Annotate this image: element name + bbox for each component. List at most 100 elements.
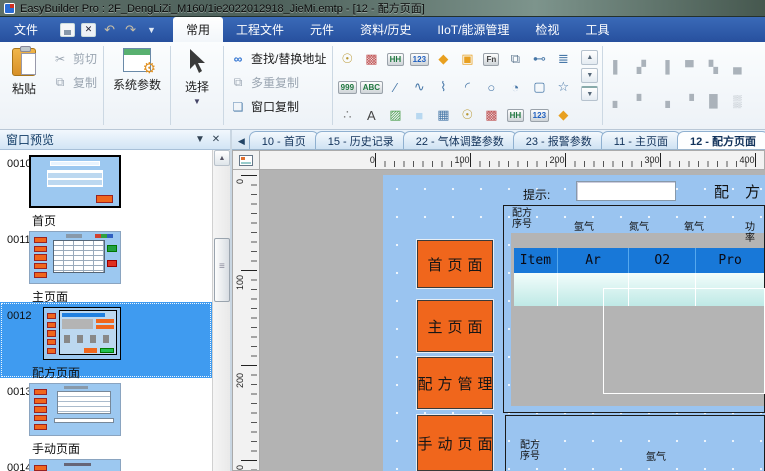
menu-tab[interactable]: 元件 bbox=[297, 17, 347, 42]
editor-tab[interactable]: 23 - 报警参数 bbox=[513, 131, 605, 149]
scroll-thumb[interactable] bbox=[214, 238, 230, 302]
recipe-lower-object[interactable]: 配方 序号氩气 bbox=[505, 415, 765, 471]
ribbon-scroll-down-icon[interactable]: ▼ bbox=[581, 68, 598, 83]
preview-item-0014[interactable]: 0014 bbox=[0, 454, 212, 471]
traffic-light-icon[interactable]: ▩ bbox=[359, 45, 383, 73]
quick-access-more-icon[interactable]: ▼ bbox=[144, 23, 159, 37]
ribbon-expand-icon[interactable]: ▼ bbox=[581, 86, 598, 101]
rotate-icon[interactable]: ▒ bbox=[725, 84, 749, 118]
window-thumbnail bbox=[29, 231, 121, 284]
copy-button[interactable]: ⧉ 复制 bbox=[52, 74, 97, 91]
preview-item-0010[interactable]: 0010 首页 bbox=[0, 150, 212, 226]
recipe-table-object[interactable]: ItemArO2Pro 配方 序号氩气氮气氧气功率 bbox=[503, 205, 765, 413]
canvas-nav-button[interactable]: 首页面 bbox=[417, 240, 493, 288]
undo-icon[interactable]: ↶ bbox=[102, 23, 117, 37]
select-button[interactable]: 选择 ▼ bbox=[173, 42, 221, 129]
menu-tab[interactable]: 资料/历史 bbox=[347, 17, 424, 42]
editor-tab[interactable]: 12 - 配方页面 bbox=[677, 131, 765, 149]
cut-button[interactable]: ✂ 剪切 bbox=[52, 50, 97, 67]
ribbon-scroll-up-icon[interactable]: ▲ bbox=[581, 50, 598, 65]
slider-icon[interactable]: ⊷ bbox=[527, 45, 551, 73]
paste-button[interactable]: 粘贴 bbox=[0, 42, 48, 129]
ascii-input-icon[interactable]: ABC bbox=[359, 73, 383, 101]
align-bottom-icon[interactable]: ▄ bbox=[725, 50, 749, 84]
circle-tool-icon[interactable]: ○ bbox=[479, 73, 503, 101]
editor-tab[interactable]: 15 - 历史记录 bbox=[315, 131, 407, 149]
menu-tab[interactable]: 检视 bbox=[522, 17, 572, 42]
tab-scroll-left-icon[interactable]: ◀ bbox=[234, 133, 249, 149]
polyline-tool-icon[interactable]: ⌇ bbox=[431, 73, 455, 101]
window-copy-button[interactable]: ❏ 窗口复制 bbox=[230, 98, 326, 115]
align-left-icon[interactable]: ▌ bbox=[605, 50, 629, 84]
toggle-switch-icon[interactable]: ▣ bbox=[455, 45, 479, 73]
freehand-tool-icon[interactable]: ∿ bbox=[407, 73, 431, 101]
save-icon[interactable] bbox=[60, 23, 75, 37]
same-width-icon[interactable]: ▗ bbox=[653, 84, 677, 118]
panel-close-icon[interactable]: ✕ bbox=[208, 134, 224, 145]
menu-tab[interactable]: 常用 bbox=[173, 17, 223, 42]
word-display-icon[interactable]: HH bbox=[503, 101, 527, 129]
redo-icon[interactable]: ↷ bbox=[123, 23, 138, 37]
picture-object-icon[interactable]: ▨ bbox=[383, 101, 407, 129]
recipe-column-header: 氮气 bbox=[629, 222, 649, 233]
filled-rect-icon[interactable]: ■ bbox=[407, 101, 431, 129]
numeric-display-icon[interactable]: 123 bbox=[407, 45, 431, 73]
distribute-v-icon[interactable]: ▘ bbox=[629, 84, 653, 118]
editor-tab[interactable]: 11 - 主页面 bbox=[601, 131, 681, 149]
editor-tab[interactable]: 10 - 首页 bbox=[249, 131, 319, 149]
text-object-icon[interactable]: A bbox=[359, 101, 383, 129]
multi-copy-button[interactable]: ⧉ 多重复制 bbox=[230, 74, 326, 91]
align-middle-icon[interactable]: ▚ bbox=[701, 50, 725, 84]
rect-tool-icon[interactable]: ▢ bbox=[527, 73, 551, 101]
select-dropdown-icon[interactable]: ▼ bbox=[193, 97, 201, 106]
distribute-h-icon[interactable]: ▖ bbox=[605, 84, 629, 118]
hint-value-box[interactable] bbox=[576, 181, 676, 201]
align-top-icon[interactable]: ▀ bbox=[677, 50, 701, 84]
multi-state-lamp-icon[interactable]: ▩ bbox=[479, 101, 503, 129]
scroll-up-icon[interactable]: ▲ bbox=[214, 150, 230, 166]
indicator-lamp-icon[interactable]: ☉ bbox=[335, 45, 359, 73]
function-key-icon[interactable]: ◆ bbox=[431, 45, 455, 73]
rays-object-icon[interactable]: ∴ bbox=[335, 101, 359, 129]
align-center-h-icon[interactable]: ▞ bbox=[629, 50, 653, 84]
compile-icon[interactable]: ✕ bbox=[81, 23, 96, 37]
canvas-nav-button[interactable]: 手动页面 bbox=[417, 415, 493, 471]
panel-scrollbar[interactable]: ▲ bbox=[212, 150, 230, 471]
thumb-shape bbox=[34, 465, 48, 471]
preview-item-0013[interactable]: 0013 手动页面 bbox=[0, 378, 212, 454]
design-canvas[interactable]: 提示: 配方 ItemArO2Pro 配方 序号氩气氮气氧气功率 配方 序号氩气… bbox=[383, 175, 765, 471]
line-tool-icon[interactable]: ∕ bbox=[383, 73, 407, 101]
menu-tab[interactable]: 工程文件 bbox=[223, 17, 297, 42]
panel-dropdown-icon[interactable]: ▼ bbox=[192, 134, 208, 145]
find-replace-address-button[interactable]: ∞ 查找/替换地址 bbox=[230, 50, 326, 67]
window-object-icon[interactable]: ⧉ bbox=[503, 45, 527, 73]
thumb-shape bbox=[47, 348, 56, 354]
same-size-icon[interactable]: █ bbox=[701, 84, 725, 118]
thumb-shape bbox=[96, 319, 114, 323]
bit-lamp-icon[interactable]: ☉ bbox=[455, 101, 479, 129]
menu-file[interactable]: 文件 bbox=[0, 17, 52, 42]
table-grid-icon[interactable]: ▦ bbox=[431, 101, 455, 129]
align-right-icon[interactable]: ▐ bbox=[653, 50, 677, 84]
preview-item-0012[interactable]: 0012 配方页面 bbox=[0, 302, 212, 378]
system-parameters-button[interactable]: 系统参数 bbox=[106, 42, 168, 129]
menu-tab[interactable]: IIoT/能源管理 bbox=[424, 17, 522, 42]
arc-tool-icon[interactable]: ◜ bbox=[455, 73, 479, 101]
thumb-shape bbox=[34, 254, 48, 260]
value-display-icon[interactable]: 123 bbox=[527, 101, 551, 129]
canvas-nav-button[interactable]: 配方管理 bbox=[417, 357, 493, 409]
canvas-nav-button[interactable]: 主页面 bbox=[417, 300, 493, 352]
option-list-icon[interactable]: ≣ bbox=[551, 45, 575, 73]
pie-tool-icon[interactable]: ◔ bbox=[503, 73, 527, 101]
menu-tab[interactable]: 工具 bbox=[572, 17, 622, 42]
tag-object-icon[interactable]: ◆ bbox=[551, 101, 575, 129]
preview-item-0011[interactable]: 0011 主页面 bbox=[0, 226, 212, 302]
word-lamp-icon[interactable]: HH bbox=[383, 45, 407, 73]
star-tool-icon[interactable]: ☆ bbox=[551, 73, 575, 101]
same-height-icon[interactable]: ▝ bbox=[677, 84, 701, 118]
fn-button-icon[interactable]: Fn bbox=[479, 45, 503, 73]
recipe-column-header: 氩气 bbox=[574, 222, 594, 233]
numeric-input-icon[interactable]: 999 bbox=[335, 73, 359, 101]
window-thumbnail bbox=[29, 155, 121, 208]
editor-tab[interactable]: 22 - 气体调整参数 bbox=[403, 131, 517, 149]
